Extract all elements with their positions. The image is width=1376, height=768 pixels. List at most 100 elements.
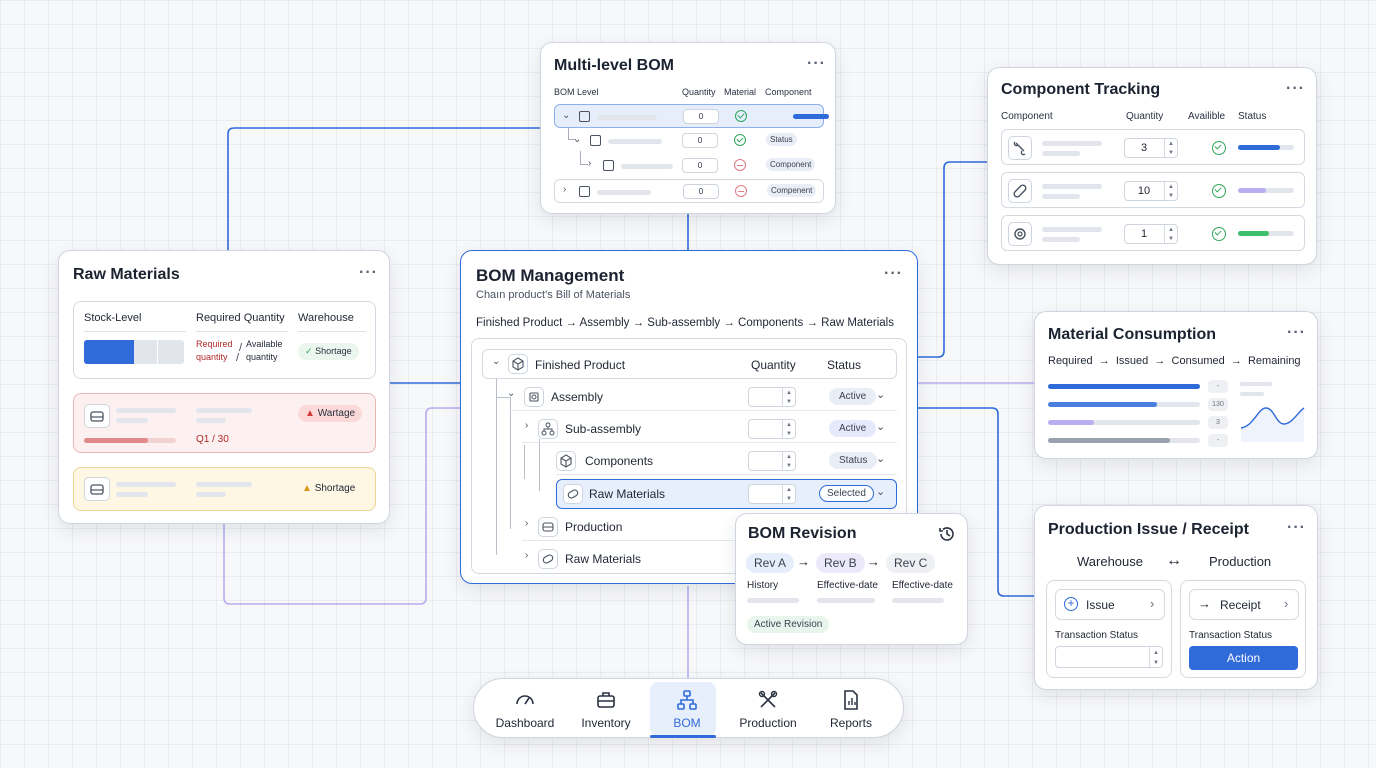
chevron-down-icon[interactable]: ⌄ bbox=[876, 388, 885, 401]
transaction-status-input[interactable]: ▲ ▼ bbox=[1055, 646, 1163, 668]
component-row[interactable]: 3 ▲ ▼ bbox=[1001, 129, 1305, 165]
more-options-icon[interactable]: ··· bbox=[884, 265, 903, 283]
gear-icon bbox=[1008, 222, 1032, 246]
wartage-progress bbox=[84, 438, 176, 443]
action-button[interactable]: Action bbox=[1189, 646, 1298, 670]
breadcrumb: Finished Product → Assembly → Sub-assemb… bbox=[476, 317, 894, 329]
material-row-warning[interactable]: ▲ Wartage Q1 / 30 bbox=[73, 393, 376, 453]
cube-icon bbox=[590, 135, 601, 146]
chevron-right-icon[interactable]: › bbox=[525, 518, 528, 529]
chevron-right-icon[interactable]: › bbox=[588, 158, 591, 169]
more-options-icon[interactable]: ··· bbox=[807, 55, 826, 73]
quantity-stepper[interactable]: ▲ ▼ bbox=[748, 484, 796, 504]
tree-row-raw-materials-selected[interactable]: Raw Materials ▲ ▼ Selected ⌄ bbox=[556, 479, 897, 509]
status-badge: Active bbox=[829, 420, 877, 437]
quantity-stepper[interactable]: ▲ ▼ bbox=[748, 387, 796, 407]
nav-inventory[interactable]: Inventory bbox=[566, 679, 646, 739]
bottom-nav: Dashboard Inventory BOM Production Repor… bbox=[473, 678, 904, 738]
assembly-icon bbox=[524, 387, 544, 407]
warning-icon: ▲ bbox=[302, 483, 312, 494]
tree-row-finished-product[interactable]: ⌄ Finished Product Quantity Status bbox=[482, 349, 897, 379]
tree-row-sub-assembly[interactable]: › Sub-assembly ▲ ▼ Active ⌄ bbox=[522, 415, 897, 443]
bom-row-2[interactable]: ⌄ 0 Status bbox=[554, 128, 824, 152]
check-icon bbox=[1212, 227, 1226, 241]
more-options-icon[interactable]: ··· bbox=[359, 264, 378, 282]
consumption-value-tag: - bbox=[1208, 380, 1228, 393]
tree-row-components[interactable]: Components ▲ ▼ Status ⌄ bbox=[556, 447, 897, 475]
chevron-down-icon[interactable]: ⌄ bbox=[876, 485, 885, 498]
chevron-down-icon[interactable]: ⌄ bbox=[562, 110, 570, 121]
arrow-right-icon: → bbox=[1198, 596, 1211, 611]
quantity-stepper[interactable]: 10 ▲ ▼ bbox=[1124, 181, 1178, 201]
revision-b[interactable]: Rev B bbox=[816, 553, 865, 573]
chevron-right-icon[interactable]: › bbox=[563, 184, 566, 195]
quantity-stepper[interactable]: 3 ▲ ▼ bbox=[1124, 138, 1178, 158]
chevron-down-icon[interactable]: ⌄ bbox=[876, 452, 885, 465]
quantity-stepper[interactable]: ▲ ▼ bbox=[748, 419, 796, 439]
quantity-stepper[interactable]: 1 ▲ ▼ bbox=[1124, 224, 1178, 244]
consumption-value-tag: - bbox=[1208, 434, 1228, 447]
status-badge: Active bbox=[829, 388, 877, 405]
component-tracking-card: Component Tracking ··· Component Quantit… bbox=[987, 67, 1317, 265]
chevron-down-icon[interactable]: ⌄ bbox=[573, 134, 581, 145]
shortage-label: ▲ Shortage bbox=[302, 483, 356, 494]
quantity-input[interactable]: 0 bbox=[683, 109, 719, 124]
gauge-icon bbox=[516, 695, 534, 705]
production-issue-title: Production Issue / Receipt bbox=[1048, 521, 1249, 538]
receipt-button[interactable]: → Receipt › bbox=[1189, 589, 1299, 620]
chevron-right-icon: › bbox=[1150, 596, 1155, 611]
available-header: Availible bbox=[1188, 111, 1226, 122]
bom-row-4[interactable]: › 0 Compenent bbox=[554, 179, 824, 203]
consumption-bar-row: - bbox=[1048, 380, 1238, 394]
chevron-right-icon[interactable]: › bbox=[525, 420, 528, 431]
component-row[interactable]: 10 ▲ ▼ bbox=[1001, 172, 1305, 208]
bom-row-1[interactable]: ⌄ 0 bbox=[554, 104, 829, 128]
material-row-shortage[interactable]: ▲ Shortage bbox=[73, 467, 376, 511]
nav-dashboard[interactable]: Dashboard bbox=[485, 679, 565, 739]
tree-row-assembly[interactable]: ⌄ Assembly ▲ ▼ Active ⌄ bbox=[507, 383, 897, 411]
consumption-bar bbox=[1048, 384, 1200, 389]
production-label: Production bbox=[1209, 554, 1272, 569]
check-icon bbox=[1212, 184, 1226, 198]
ratio-text: Q1 / 30 bbox=[196, 434, 229, 445]
hierarchy-icon bbox=[677, 690, 697, 710]
required-quantity-header: Required Quantity bbox=[196, 312, 285, 324]
hierarchy-icon bbox=[538, 419, 558, 439]
consumption-bar bbox=[1048, 420, 1200, 425]
component-header: Component bbox=[765, 87, 812, 97]
cube-icon bbox=[603, 160, 614, 171]
more-options-icon[interactable]: ··· bbox=[1287, 324, 1306, 342]
chevron-down-icon[interactable]: ⌄ bbox=[507, 388, 515, 399]
status-header: Status bbox=[827, 358, 862, 372]
warning-icon: ▲ bbox=[305, 408, 315, 419]
quantity-input[interactable]: 0 bbox=[682, 133, 718, 148]
stock-level-header: Stock-Level bbox=[84, 312, 142, 324]
shortage-badge: ✓ Shortage bbox=[298, 343, 359, 360]
chevron-down-icon[interactable]: ⌄ bbox=[492, 356, 500, 367]
consumption-bars: - 130 3 - bbox=[1048, 380, 1238, 450]
nav-reports[interactable]: Reports bbox=[811, 679, 891, 739]
nav-bom[interactable]: BOM bbox=[647, 679, 727, 739]
quantity-header: Quantity bbox=[1126, 111, 1164, 122]
chevron-down-icon[interactable]: ⌄ bbox=[876, 420, 885, 433]
quantity-input[interactable]: 0 bbox=[683, 184, 719, 199]
revision-c[interactable]: Rev C bbox=[886, 553, 936, 573]
more-options-icon[interactable]: ··· bbox=[1286, 80, 1305, 98]
nav-production[interactable]: Production bbox=[728, 679, 808, 739]
production-issue-card: Production Issue / Receipt ··· Warehouse… bbox=[1034, 505, 1318, 690]
component-tracking-title: Component Tracking bbox=[1001, 81, 1161, 98]
bom-row-3[interactable]: › 0 Component bbox=[554, 151, 824, 177]
issue-button[interactable]: + Issue › bbox=[1055, 589, 1165, 620]
toolbox-icon bbox=[597, 692, 615, 708]
revision-a[interactable]: Rev A bbox=[746, 553, 795, 573]
quantity-stepper[interactable]: ▲ ▼ bbox=[748, 451, 796, 471]
history-icon[interactable] bbox=[937, 524, 957, 544]
tray-icon bbox=[84, 404, 110, 428]
chevron-right-icon[interactable]: › bbox=[525, 550, 528, 561]
quantity-input[interactable]: 0 bbox=[682, 158, 718, 173]
consumption-bar-row: 3 bbox=[1048, 416, 1238, 430]
component-row[interactable]: 1 ▲ ▼ bbox=[1001, 215, 1305, 251]
chevron-right-icon: › bbox=[1284, 596, 1289, 611]
more-options-icon[interactable]: ··· bbox=[1287, 519, 1306, 537]
consumption-value-tag: 130 bbox=[1208, 398, 1228, 411]
